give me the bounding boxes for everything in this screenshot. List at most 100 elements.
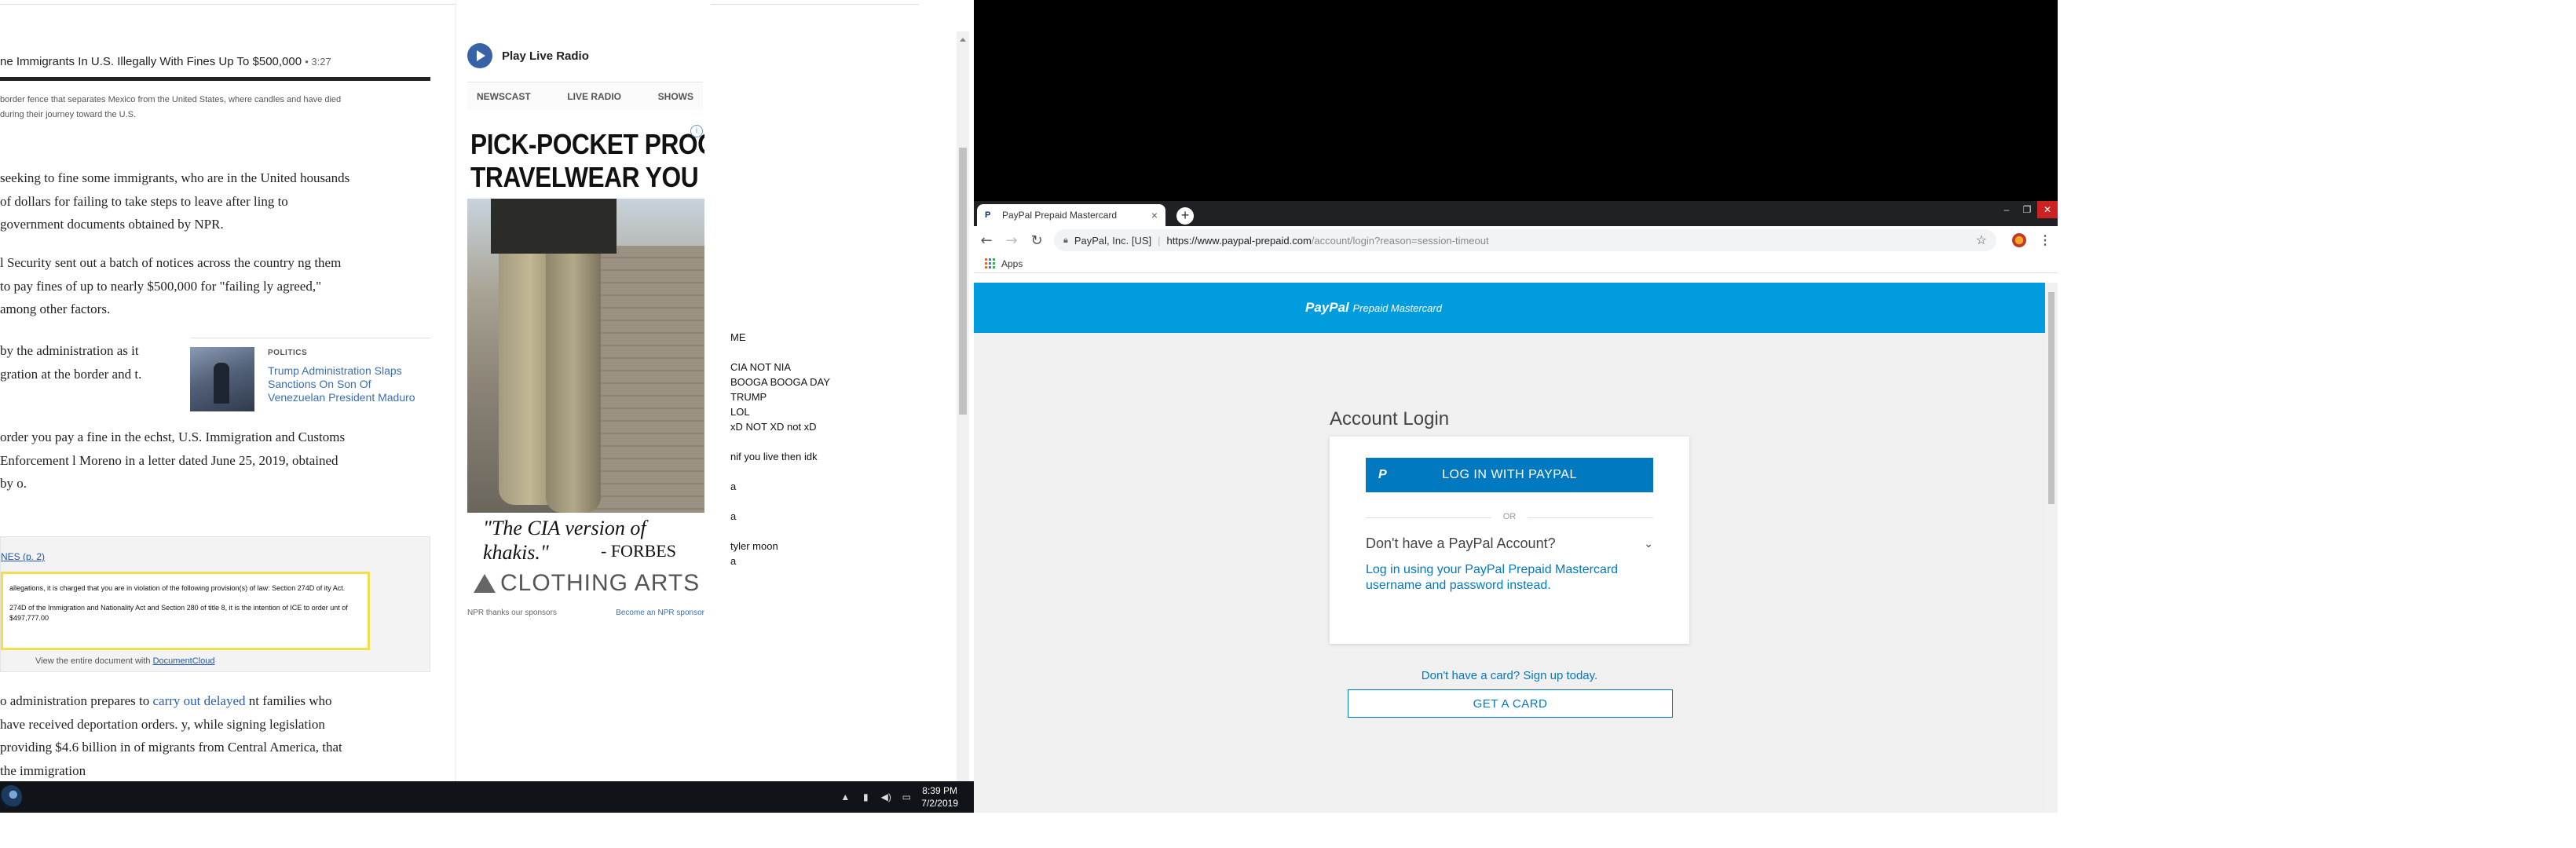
document-line: allegations, it is charged that you are …: [9, 584, 346, 592]
become-sponsor-link[interactable]: Become an NPR sponsor: [616, 609, 704, 617]
restore-icon[interactable]: ❐: [2017, 201, 2037, 218]
bookmarks-bar: Apps: [974, 254, 2058, 273]
sponsor-note: NPR thanks our sponsors: [467, 609, 557, 617]
tab-shows[interactable]: SHOWS: [658, 91, 693, 102]
scrollbar-thumb[interactable]: [959, 148, 967, 415]
document-line: 274D of the Immigration and Nationality …: [9, 604, 348, 622]
article-paragraph: order you pay a fine in the echst, U.S. …: [0, 429, 346, 491]
extension-icon[interactable]: [2012, 233, 2026, 247]
lock-icon[interactable]: 🔒︎: [1063, 236, 1068, 246]
scroll-up-icon[interactable]: [960, 38, 966, 42]
page-title: Account Login: [1330, 408, 1450, 429]
ad-brand[interactable]: CLOTHING ARTS: [474, 569, 704, 598]
reload-icon[interactable]: ↻: [1024, 232, 1049, 249]
brand-logo-icon: [474, 574, 496, 593]
related-story-thumbnail[interactable]: [190, 347, 254, 411]
ad-quote-source[interactable]: - FORBES: [601, 541, 676, 561]
tab-newscast[interactable]: NEWSCAST: [477, 91, 531, 102]
browser-tab[interactable]: P PayPal Prepaid Mastercard ×: [977, 204, 1165, 226]
clock-time: 8:39 PM: [922, 785, 957, 796]
certificate-org[interactable]: PayPal, Inc. [US]: [1074, 235, 1151, 247]
no-account-toggle[interactable]: Don't have a PayPal Account? ⌄: [1366, 535, 1653, 552]
login-card: P LOG IN WITH PAYPAL OR Don't have a Pay…: [1330, 437, 1689, 644]
paypal-prepaid-logo[interactable]: PayPal Prepaid Mastercard: [1305, 300, 1442, 316]
npr-article: ne Immigrants In U.S. Illegally With Fin…: [0, 0, 456, 781]
document-page-preview: allegations, it is charged that you are …: [1, 572, 370, 650]
audio-story-bar[interactable]: ne Immigrants In U.S. Illegally With Fin…: [0, 46, 430, 79]
related-story-title[interactable]: Trump Administration Slaps Sanctions On …: [268, 364, 425, 404]
document-page-link[interactable]: NES (p. 2): [1, 551, 45, 562]
article-paragraph: l Security sent out a batch of notices a…: [0, 255, 342, 316]
scrollbar-thumb[interactable]: [2048, 292, 2055, 504]
url-host[interactable]: https://www.paypal-prepaid.com: [1167, 235, 1312, 247]
volume-icon[interactable]: ◀): [880, 791, 891, 802]
tab-title[interactable]: PayPal Prepaid Mastercard: [1002, 210, 1117, 221]
paypal-favicon-icon: P: [985, 210, 991, 220]
blank-area: [2058, 0, 2576, 848]
blank-area: [0, 813, 974, 848]
tray-expand-icon[interactable]: ▲: [840, 791, 851, 802]
tab-live-radio[interactable]: LIVE RADIO: [567, 91, 621, 102]
alt-login-link[interactable]: Log in using your PayPal Prepaid Masterc…: [1366, 562, 1653, 594]
new-tab-button[interactable]: +: [1176, 207, 1194, 225]
ad-headline[interactable]: PICK-POCKET PROOF TRAVELWEAR YOU WANT: [470, 128, 704, 194]
address-bar[interactable]: 🔒︎ PayPal, Inc. [US] | https://www.paypa…: [1054, 229, 1996, 251]
audio-duration: 3:27: [311, 56, 331, 68]
audio-story-title[interactable]: ne Immigrants In U.S. Illegally With Fin…: [0, 55, 302, 68]
window-controls: – ❐ ✕: [1996, 201, 2058, 220]
documentcloud-link[interactable]: DocumentCloud: [153, 656, 215, 666]
article-paragraph-with-link: o administration prepares to carry out d…: [0, 693, 342, 778]
npr-sidebar: Play Live Radio NEWSCAST LIVE RADIO SHOW…: [456, 0, 711, 781]
login-with-paypal-button[interactable]: P LOG IN WITH PAYPAL: [1366, 458, 1653, 492]
paypal-p-icon: P: [1378, 468, 1388, 481]
image-caption: border fence that separates Mexico from …: [0, 95, 342, 119]
back-arrow-icon[interactable]: ←: [974, 232, 999, 249]
chrome-menu-icon[interactable]: ⋮: [2037, 232, 2053, 248]
page-scrollbar[interactable]: [2045, 283, 2058, 813]
close-tab-icon[interactable]: ×: [1151, 209, 1158, 221]
black-desktop-area: [974, 0, 2058, 201]
url-path[interactable]: /account/login?reason=session-timeout: [1312, 235, 1489, 247]
notepad-text[interactable]: ME CIA NOT NIA BOOGA BOOGA DAY TRUMP LOL…: [730, 330, 935, 568]
document-footer: View the entire document with DocumentCl…: [35, 656, 215, 666]
play-icon[interactable]: [467, 43, 492, 68]
play-live-radio-button[interactable]: Play Live Radio: [467, 39, 703, 72]
article-paragraph: by the administration as it gration at t…: [0, 343, 142, 382]
ad-photo[interactable]: [467, 199, 704, 513]
or-divider: OR: [1366, 512, 1653, 521]
bookmark-star-icon[interactable]: ☆: [1976, 232, 1987, 248]
document-embed[interactable]: NES (p. 2) allegations, it is charged th…: [0, 536, 430, 672]
sponsor-row: NPR thanks our sponsors Become an NPR sp…: [467, 609, 704, 617]
paypal-header: PayPal Prepaid Mastercard: [974, 283, 2058, 333]
get-a-card-button[interactable]: GET A CARD: [1348, 689, 1673, 718]
notification-icon[interactable]: ▭: [901, 791, 912, 802]
carry-out-delayed-link[interactable]: carry out delayed: [153, 693, 246, 708]
clock-date: 7/2/2019: [921, 798, 958, 809]
apps-grid-icon[interactable]: [985, 258, 995, 269]
dual-monitor-desktop: ne Immigrants In U.S. Illegally With Fin…: [0, 0, 2576, 848]
system-tray: ▲ ▮ ◀) ▭ 8:39 PM 7/2/2019: [840, 781, 958, 813]
sponsor-ad[interactable]: PICK-POCKET PROOF TRAVELWEAR YOU WANT i …: [467, 123, 704, 602]
steam-icon[interactable]: [0, 785, 22, 809]
browser-toolbar: ← → ↻ 🔒︎ PayPal, Inc. [US] | https://www…: [974, 226, 2058, 254]
left-monitor: ne Immigrants In U.S. Illegally With Fin…: [0, 0, 974, 848]
chevron-down-icon[interactable]: ⌄: [1644, 537, 1653, 550]
apps-bookmark[interactable]: Apps: [1001, 258, 1023, 269]
signup-link[interactable]: Don't have a card? Sign up today.: [1330, 669, 1689, 682]
minimize-icon[interactable]: –: [1996, 201, 2017, 218]
forward-arrow-icon[interactable]: →: [999, 232, 1024, 249]
audio-progress-bar[interactable]: [0, 77, 430, 81]
taskbar-clock[interactable]: 8:39 PM 7/2/2019: [921, 784, 958, 810]
related-story[interactable]: POLITICS Trump Administration Slaps Sanc…: [190, 347, 430, 418]
related-story-category[interactable]: POLITICS: [268, 349, 307, 357]
close-window-icon[interactable]: ✕: [2037, 201, 2058, 218]
page-scrollbar[interactable]: [957, 31, 969, 781]
live-radio-label[interactable]: Play Live Radio: [502, 49, 589, 63]
tab-strip: P PayPal Prepaid Mastercard × + – ❐ ✕: [974, 201, 2058, 226]
network-icon[interactable]: ▮: [860, 791, 871, 802]
chrome-window: P PayPal Prepaid Mastercard × + – ❐ ✕ ← …: [974, 201, 2058, 813]
radio-tabs: NEWSCAST LIVE RADIO SHOWS: [467, 82, 703, 110]
blank-area: [974, 813, 2058, 848]
page-viewport: PayPal Prepaid Mastercard Account Login …: [974, 283, 2058, 813]
ad-choices-icon[interactable]: i: [690, 125, 703, 137]
